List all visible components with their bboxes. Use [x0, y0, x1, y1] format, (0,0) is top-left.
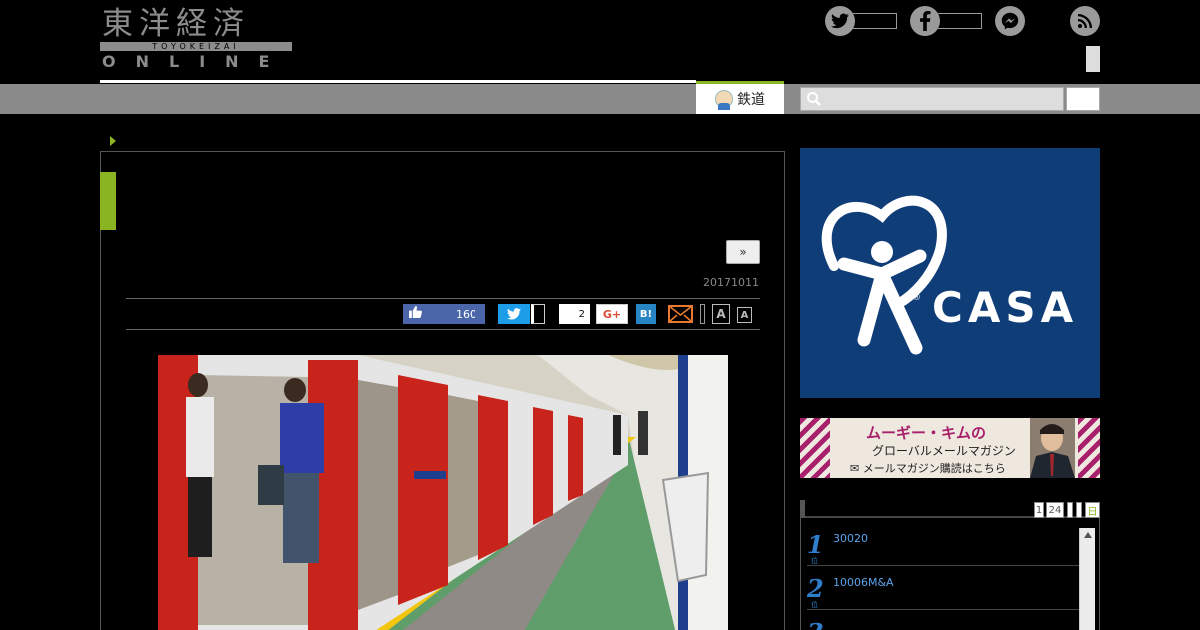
facebook-follow[interactable]	[910, 6, 982, 36]
font-size-small-button[interactable]: A	[737, 307, 752, 323]
hatena-bookmark-button[interactable]: B!	[636, 304, 656, 324]
advert-stripe-right	[1078, 418, 1100, 478]
search-input[interactable]	[825, 88, 1061, 110]
twitter-count-box	[853, 13, 897, 29]
breadcrumb-arrow-icon	[110, 136, 116, 146]
ranking-tab-24[interactable]: 24	[1046, 502, 1064, 518]
header-divider	[100, 80, 696, 83]
next-page-button[interactable]: »	[726, 240, 760, 264]
ranking-tab-3[interactable]	[1067, 502, 1073, 518]
svg-text:®: ®	[912, 293, 921, 303]
envelope-icon: ✉	[850, 462, 860, 475]
scroll-up-icon[interactable]	[1084, 532, 1092, 538]
title-accent-bar	[100, 172, 116, 230]
ranking-title[interactable]: 30020	[833, 532, 868, 545]
ranking-title[interactable]: 10006M&A	[833, 576, 894, 589]
ranking-item[interactable]: 1 位 30020	[807, 522, 1079, 566]
ranking-number: 2	[807, 574, 824, 603]
search-icon	[807, 92, 821, 106]
ranking-item[interactable]: 3	[807, 610, 1079, 630]
ranking-tab-1[interactable]: 1	[1034, 502, 1044, 518]
like-share-tail[interactable]	[475, 304, 485, 324]
advert-line-1: ムーギー・キムの	[866, 424, 987, 442]
share-separator	[700, 304, 705, 324]
font-size-large-button[interactable]: A	[712, 304, 730, 324]
railway-mascot-icon	[715, 90, 733, 110]
logo-roman: TOYOKEIZAI	[152, 42, 240, 51]
tweet-button[interactable]	[498, 304, 530, 324]
messenger-icon[interactable]	[995, 6, 1025, 36]
twitter-icon[interactable]	[825, 6, 855, 36]
ranking-suffix: 位	[811, 601, 818, 609]
search-box[interactable]	[800, 87, 1064, 111]
casa-advert-text: CASA	[932, 283, 1078, 332]
facebook-like-button[interactable]: 160	[403, 304, 485, 324]
ranking-header: 1 24 日	[800, 500, 1100, 518]
share-divider-top	[126, 298, 760, 299]
advert-stripe-left	[800, 418, 830, 478]
tweet-count-box	[531, 304, 545, 324]
advert-line-2: グローバルメールマガジン	[872, 444, 1016, 458]
twitter-bird-icon	[507, 308, 521, 320]
rss-icon[interactable]	[1070, 6, 1100, 36]
logo-kanji: 東洋経済	[102, 6, 250, 42]
nav-tab-railway[interactable]: 鉄道	[696, 81, 784, 114]
thumbs-up-icon	[403, 306, 427, 322]
casa-advert[interactable]: ® CASA	[800, 148, 1100, 398]
nav-tab-label: 鉄道	[737, 92, 765, 108]
hatena-count: 2	[555, 304, 590, 324]
article-panel: » 20171011 160 2 G+ B! A A	[100, 151, 785, 630]
mail-magazine-advert[interactable]: ムーギー・キムの グローバルメールマガジン ✉ メールマガジン購読はこちら	[800, 418, 1100, 478]
mail-share-button[interactable]	[668, 304, 693, 324]
site-logo[interactable]: 東洋経済 TOYOKEIZAI ONLINE	[100, 6, 292, 71]
ranking-suffix: 位	[811, 557, 818, 565]
advert-line-3: ✉ メールマガジン購読はこちら	[850, 462, 1006, 475]
logo-online: ONLINE	[102, 52, 290, 71]
search-button[interactable]	[1066, 87, 1100, 111]
mail-icon	[668, 305, 693, 323]
ranking-tab-day[interactable]: 日	[1085, 502, 1100, 518]
ranking-tab-4[interactable]	[1076, 502, 1082, 518]
ranking-header-mark	[800, 500, 805, 518]
ranking-list: 1 位 30020 2 位 10006M&A 3	[800, 518, 1100, 630]
rss-feed[interactable]	[1070, 6, 1100, 36]
ranking-number: 3	[807, 618, 824, 630]
google-plus-button[interactable]: G+	[596, 304, 628, 324]
article-photo-underground	[158, 355, 728, 630]
author-portrait	[1030, 418, 1075, 478]
ranking-number: 1	[807, 530, 824, 559]
twitter-follow[interactable]	[825, 6, 897, 36]
share-divider-bottom	[126, 329, 760, 330]
publish-date: 20171011	[703, 276, 759, 289]
facebook-icon[interactable]	[910, 6, 940, 36]
header-menu-button[interactable]	[1086, 46, 1100, 72]
ranking-widget: 1 24 日 1 位 30020 2 位 10006M&A 3	[800, 500, 1100, 630]
ranking-item[interactable]: 2 位 10006M&A	[807, 566, 1079, 610]
ranking-scrollbar[interactable]	[1079, 528, 1095, 630]
messenger-share[interactable]	[995, 6, 1025, 36]
facebook-count-box	[938, 13, 982, 29]
